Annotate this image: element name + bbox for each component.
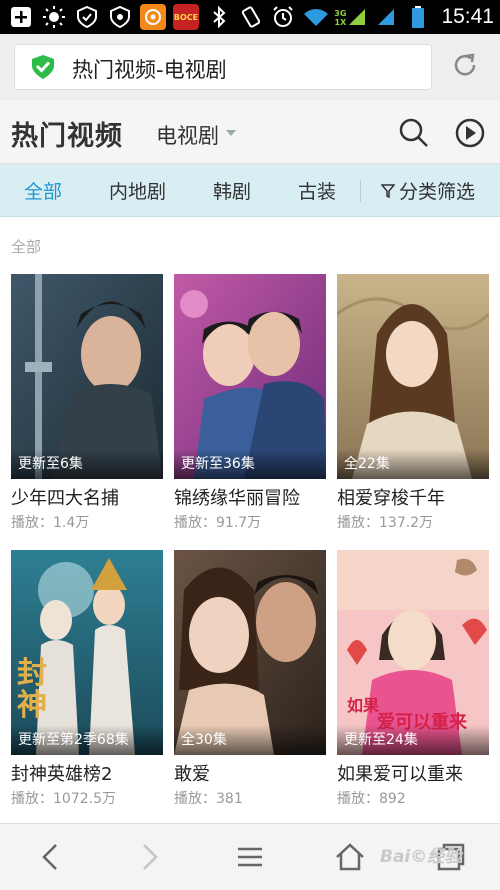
video-title[interactable]: 敢爱: [174, 760, 210, 786]
address-bar: 热门视频-电视剧: [0, 34, 500, 101]
poster-logo-text: 封神: [17, 656, 47, 723]
episode-badge: 全22集: [344, 456, 390, 472]
category-tabs: 全部 内地剧 韩剧 古装 分类筛选: [0, 164, 500, 217]
security-app-icon: [107, 4, 133, 30]
signal-icon: [373, 4, 399, 30]
episode-badge: 更新至第2季68集: [18, 732, 129, 748]
video-poster[interactable]: 全22集: [337, 274, 489, 479]
poster-logo-text: 如果: [347, 696, 380, 715]
tab-mainland[interactable]: 内地剧: [109, 177, 166, 204]
add-icon: [8, 4, 34, 30]
tab-costume[interactable]: 古装: [298, 177, 336, 204]
play-count: 播放：1072.5万: [11, 791, 116, 807]
menu-icon[interactable]: [236, 842, 264, 872]
video-title[interactable]: 如果爱可以重来: [337, 760, 463, 786]
tab-korean[interactable]: 韩剧: [213, 177, 251, 204]
forward-icon[interactable]: [136, 842, 162, 872]
boce-app-icon: BOCE: [173, 4, 199, 30]
video-poster[interactable]: 更新至36集: [174, 274, 326, 479]
refresh-icon[interactable]: [451, 51, 479, 79]
bluetooth-icon: [206, 4, 232, 30]
video-title[interactable]: 相爱穿梭千年: [337, 484, 445, 510]
search-icon[interactable]: [399, 118, 429, 148]
video-poster[interactable]: 全30集: [174, 550, 326, 755]
secure-shield-icon: [32, 55, 54, 79]
play-count: 播放：1.4万: [11, 515, 90, 531]
episode-badge: 全30集: [181, 732, 227, 748]
episode-badge: 更新至36集: [181, 456, 255, 472]
play-history-icon[interactable]: [455, 118, 485, 148]
video-poster[interactable]: 封神 更新至第2季68集: [11, 550, 163, 755]
video-poster[interactable]: 如果 爱可以重来 更新至24集: [337, 550, 489, 755]
page-header: 热门视频 电视剧: [0, 100, 500, 164]
video-title[interactable]: 封神英雄榜2: [11, 760, 112, 786]
tab-all[interactable]: 全部: [24, 177, 62, 204]
baidu-watermark: Bai©经验: [380, 847, 462, 867]
shield-check-icon: [74, 4, 100, 30]
filter-button[interactable]: 分类筛选: [399, 177, 475, 204]
section-label: 全部: [11, 238, 42, 256]
battery-icon: [405, 4, 431, 30]
rotate-icon: [238, 4, 264, 30]
play-count: 播放：91.7万: [174, 515, 262, 531]
tab-divider: [360, 180, 361, 202]
filter-icon[interactable]: [381, 184, 395, 198]
url-field[interactable]: 热门视频-电视剧: [14, 44, 432, 90]
play-count: 播放：137.2万: [337, 515, 434, 531]
uc-browser-icon: [140, 4, 166, 30]
chevron-down-icon[interactable]: [226, 130, 236, 136]
page-title: 热门视频: [11, 121, 123, 152]
episode-badge: 更新至24集: [344, 732, 418, 748]
status-bar: BOCE 3G 1X 15:41: [0, 0, 500, 34]
category-dropdown[interactable]: 电视剧: [156, 120, 219, 150]
video-title[interactable]: 锦绣缘华丽冒险: [174, 484, 300, 510]
back-icon[interactable]: [38, 842, 64, 872]
play-count: 播放：381: [174, 791, 243, 807]
video-poster[interactable]: 更新至6集: [11, 274, 163, 479]
play-count: 播放：892: [337, 791, 406, 807]
clock-time: 15:41: [441, 5, 494, 28]
bottom-toolbar: Bai©经验: [0, 823, 500, 890]
video-title[interactable]: 少年四大名捕: [11, 484, 119, 510]
wifi-icon: [302, 4, 329, 30]
home-icon[interactable]: [334, 842, 366, 872]
alarm-icon: [270, 4, 296, 30]
sun-icon: [41, 4, 67, 30]
url-text: 热门视频-电视剧: [72, 58, 227, 82]
signal-3g-icon: 3G 1X: [334, 7, 367, 27]
video-grid: 全部 更新至6集 少年四大名捕 播放：1.4万 更新至36集 锦绣缘华丽冒险 播…: [0, 217, 500, 823]
episode-badge: 更新至6集: [18, 456, 83, 472]
